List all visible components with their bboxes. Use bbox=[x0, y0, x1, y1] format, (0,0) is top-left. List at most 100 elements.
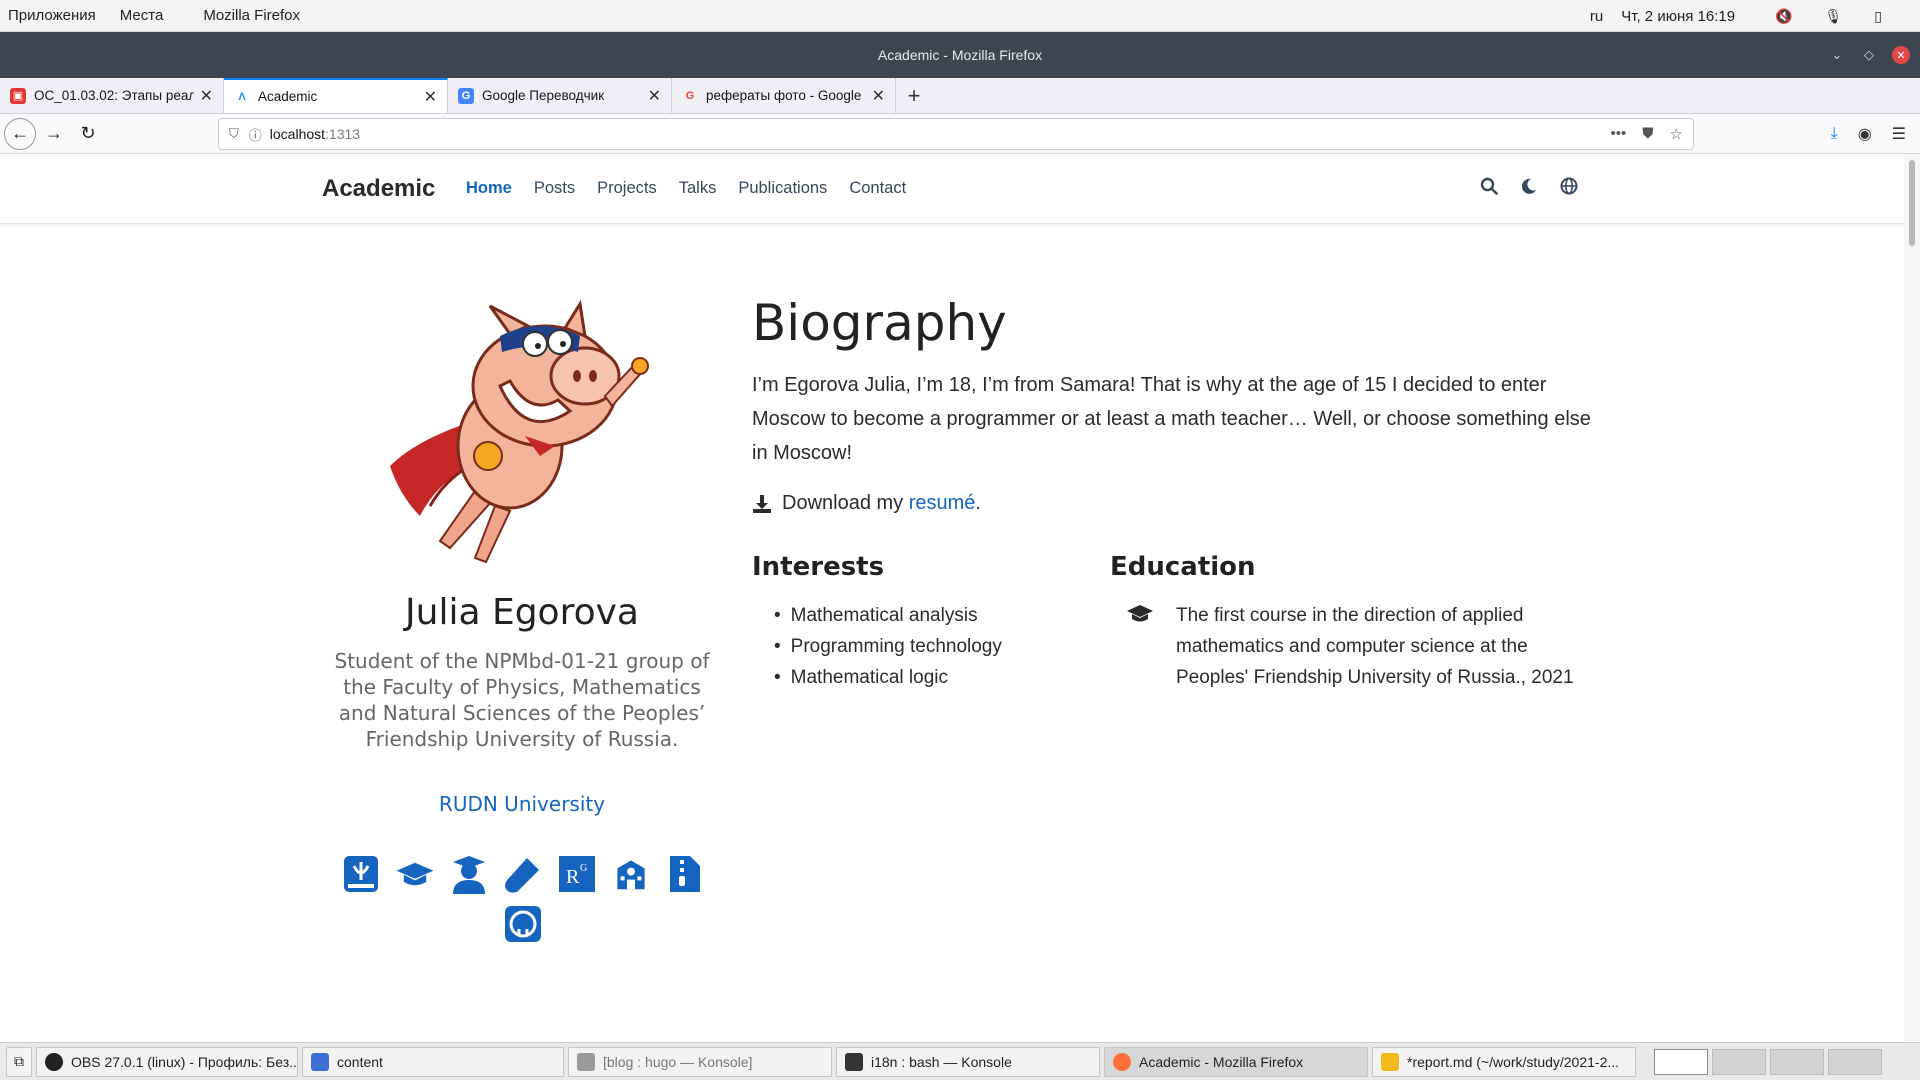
nav-contact[interactable]: Contact bbox=[849, 179, 906, 198]
tab-title: ОС_01.03.02: Этапы реал bbox=[34, 88, 194, 103]
taskbar-item-konsole-hugo[interactable]: [blog : hugo — Konsole] bbox=[568, 1046, 832, 1077]
biography-heading: Biography bbox=[752, 294, 1007, 352]
tab-title: рефераты фото - Google bbox=[706, 88, 862, 103]
close-tab-icon[interactable]: ✕ bbox=[648, 86, 661, 106]
orcid-book-icon[interactable] bbox=[341, 854, 381, 894]
info-icon[interactable]: ⓘ bbox=[249, 125, 262, 144]
nav-talks[interactable]: Talks bbox=[679, 179, 717, 198]
menu-places[interactable]: Места bbox=[120, 7, 164, 24]
avatar bbox=[380, 296, 666, 574]
taskbar-item-content[interactable]: content bbox=[302, 1046, 564, 1077]
profile-organization-link[interactable]: RUDN University bbox=[322, 792, 722, 816]
graduation-cap-icon bbox=[1126, 604, 1158, 693]
obs-icon bbox=[45, 1052, 63, 1071]
site-nav-links: Home Posts Projects Talks Publications C… bbox=[466, 179, 906, 198]
downloads-icon[interactable]: ⤓ bbox=[1831, 125, 1838, 143]
workspace-2[interactable] bbox=[1712, 1048, 1766, 1075]
tab-google-translate[interactable]: G Google Переводчик ✕ bbox=[448, 78, 672, 113]
close-tab-icon[interactable]: ✕ bbox=[424, 87, 437, 107]
graduation-cap-icon[interactable] bbox=[395, 854, 435, 894]
taskbar-label: Academic - Mozilla Firefox bbox=[1139, 1053, 1304, 1070]
url-bar[interactable]: ⛉ ⓘ localhost :1313 ••• ⛊ ☆ bbox=[218, 118, 1694, 150]
taskbar-item-obs[interactable]: OBS 27.0.1 (linux) - Профиль: Без... bbox=[36, 1046, 298, 1077]
nav-posts[interactable]: Posts bbox=[534, 179, 575, 198]
taskbar-label: content bbox=[337, 1053, 383, 1070]
biography-text: I’m Egorova Julia, I’m 18, I’m from Sama… bbox=[752, 374, 1591, 464]
list-item: Mathematical analysis bbox=[791, 600, 1002, 631]
site-brand[interactable]: Academic bbox=[322, 175, 435, 203]
workspace-1[interactable] bbox=[1654, 1048, 1708, 1075]
taskbar-item-firefox[interactable]: Academic - Mozilla Firefox bbox=[1104, 1046, 1368, 1077]
taskbar-item-konsole-bash[interactable]: i18n : bash — Konsole bbox=[836, 1046, 1100, 1077]
download-icon bbox=[753, 494, 771, 513]
interests-heading: Interests bbox=[752, 552, 885, 582]
new-tab-icon[interactable]: + bbox=[896, 78, 932, 113]
web-page: Academic Home Posts Projects Talks Publi… bbox=[0, 154, 1904, 1042]
taskbar-item-report[interactable]: *report.md (~/work/study/2021-2... bbox=[1372, 1046, 1636, 1077]
forward-icon[interactable]: → bbox=[38, 118, 70, 150]
shield-icon[interactable]: ⛉ bbox=[229, 126, 239, 142]
profile-name: Julia Egorova bbox=[405, 592, 639, 633]
workspace-3[interactable] bbox=[1770, 1048, 1824, 1075]
hamburger-menu-icon[interactable]: ☰ bbox=[1892, 124, 1906, 144]
url-port: :1313 bbox=[325, 126, 361, 142]
researchgate-icon[interactable]: RG bbox=[557, 854, 597, 894]
taskbar-label: *report.md (~/work/study/2021-2... bbox=[1407, 1053, 1620, 1070]
vial-icon[interactable] bbox=[503, 854, 543, 894]
back-icon[interactable]: ← bbox=[4, 117, 36, 150]
browser-toolbar: ← → ↻ ⛉ ⓘ localhost :1313 ••• ⛊ ☆ ⤓ ◉ ☰ bbox=[0, 114, 1920, 154]
svg-text:R: R bbox=[566, 866, 580, 888]
text-editor-icon bbox=[1381, 1052, 1399, 1071]
keyboard-layout[interactable]: ru bbox=[1590, 8, 1603, 25]
taskbar-label: [blog : hugo — Konsole] bbox=[603, 1053, 753, 1070]
github-icon[interactable] bbox=[503, 904, 543, 944]
clock[interactable]: Чт, 2 июня 16:19 bbox=[1621, 8, 1735, 25]
pocket-icon[interactable]: ⛊ bbox=[1642, 125, 1653, 143]
close-tab-icon[interactable]: ✕ bbox=[200, 86, 213, 106]
nav-projects[interactable]: Projects bbox=[597, 179, 657, 198]
tab-academic[interactable]: Λ Academic ✕ bbox=[224, 78, 448, 113]
nav-home[interactable]: Home bbox=[466, 179, 512, 198]
account-icon[interactable]: ◉ bbox=[1858, 124, 1872, 144]
social-links: RG bbox=[338, 854, 708, 944]
download-resume: Download my resumé. bbox=[752, 492, 981, 515]
tab-title: Google Переводчик bbox=[482, 88, 605, 103]
nav-publications[interactable]: Publications bbox=[738, 179, 827, 198]
search-icon[interactable] bbox=[1480, 177, 1498, 200]
menu-applications[interactable]: Приложения bbox=[8, 7, 96, 24]
education-heading: Education bbox=[1110, 552, 1256, 582]
show-desktop-icon[interactable]: ⧉ bbox=[6, 1046, 32, 1077]
tab-favicon: G bbox=[685, 89, 695, 102]
menu-active-app[interactable]: Mozilla Firefox bbox=[203, 7, 300, 24]
page-scrollbar[interactable] bbox=[1904, 154, 1920, 1042]
file-archive-icon[interactable] bbox=[665, 854, 705, 894]
workspace-4[interactable] bbox=[1828, 1048, 1882, 1075]
page-actions-icon[interactable]: ••• bbox=[1611, 125, 1627, 143]
taskbar: ⧉ OBS 27.0.1 (linux) - Профиль: Без... c… bbox=[0, 1042, 1920, 1080]
close-tab-icon[interactable]: ✕ bbox=[872, 86, 885, 106]
dark-mode-moon-icon[interactable] bbox=[1520, 177, 1538, 200]
taskbar-label: i18n : bash — Konsole bbox=[871, 1053, 1012, 1070]
bookmark-star-icon[interactable]: ☆ bbox=[1670, 125, 1683, 143]
close-window-icon[interactable]: ✕ bbox=[1892, 46, 1910, 64]
window-title: Academic - Mozilla Firefox bbox=[877, 47, 1043, 63]
reload-icon[interactable]: ↻ bbox=[72, 118, 104, 150]
resume-link[interactable]: resumé bbox=[909, 492, 976, 514]
scrollbar-thumb[interactable] bbox=[1909, 160, 1915, 246]
tab-google-search[interactable]: G рефераты фото - Google ✕ bbox=[672, 78, 896, 113]
workspace-pager bbox=[1654, 1048, 1882, 1075]
power-icon[interactable]: ▯ bbox=[1874, 8, 1882, 25]
microphone-icon[interactable]: 🎙 bbox=[1825, 8, 1843, 25]
user-graduate-icon[interactable] bbox=[449, 854, 489, 894]
url-host: localhost bbox=[269, 126, 326, 142]
maximize-icon[interactable]: ◇ bbox=[1860, 46, 1878, 64]
volume-muted-icon[interactable]: 🔇 bbox=[1775, 8, 1792, 25]
language-globe-icon[interactable] bbox=[1560, 177, 1578, 200]
tab-favicon: Λ bbox=[238, 90, 246, 103]
download-suffix: . bbox=[975, 492, 981, 514]
folder-icon bbox=[311, 1052, 329, 1071]
tab-os[interactable]: ▣ ОС_01.03.02: Этапы реал ✕ bbox=[0, 78, 224, 113]
school-icon[interactable] bbox=[611, 854, 651, 894]
list-item: Mathematical logic bbox=[791, 662, 1002, 693]
minimize-icon[interactable]: ⌄ bbox=[1828, 46, 1846, 64]
